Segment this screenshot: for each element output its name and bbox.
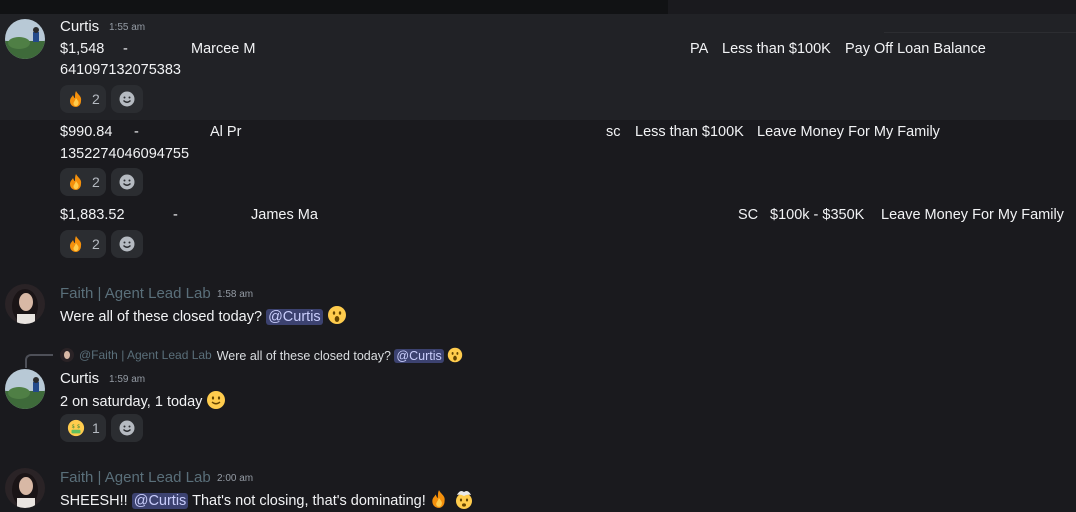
reply-author[interactable]: @Faith | Agent Lead Lab: [79, 348, 212, 362]
author-name[interactable]: Curtis: [60, 369, 99, 389]
fire-emoji: [66, 172, 86, 192]
exploding-head-emoji: [454, 489, 474, 509]
avatar-faith[interactable]: [5, 284, 45, 324]
reply-preview[interactable]: @Faith | Agent Lead Lab Were all of thes…: [60, 345, 463, 365]
add-reaction-button[interactable]: [111, 85, 143, 113]
slightly-smiling-emoji: [206, 390, 226, 410]
fire-emoji: [430, 489, 450, 509]
lead-amount: $990.84: [60, 124, 113, 140]
fire-emoji: [66, 89, 86, 109]
reply-body: Were all of these closed today?: [216, 349, 391, 363]
lead-name: James Ma: [251, 207, 318, 223]
timestamp[interactable]: 1:58 am: [217, 285, 253, 305]
lead-state: sc: [606, 124, 621, 140]
reaction-count: 2: [92, 174, 100, 190]
lead-goal: Leave Money For My Family: [881, 207, 1064, 223]
avatar-faith[interactable]: [5, 468, 45, 508]
avatar-curtis[interactable]: [5, 369, 45, 409]
money-mouth-emoji: $ $: [66, 418, 86, 438]
reaction-count: 2: [92, 91, 100, 107]
lead-id: 641097132075383: [60, 62, 181, 78]
svg-text:$: $: [72, 424, 75, 430]
lead-dash: -: [134, 124, 139, 140]
lead-amount: $1,883.52: [60, 207, 125, 223]
message-text-rest: That's not closing, that's dominating!: [192, 493, 426, 509]
reaction-count: 1: [92, 420, 100, 436]
lead-goal: Pay Off Loan Balance: [845, 41, 986, 57]
message-text: Were all of these closed today?: [60, 309, 263, 325]
add-reaction-button[interactable]: [111, 230, 143, 258]
author-name[interactable]: Faith | Agent Lead Lab: [60, 468, 211, 488]
user-mention[interactable]: @Curtis: [394, 349, 444, 363]
reaction-money-mouth[interactable]: $ $ 1: [60, 414, 106, 442]
author-name[interactable]: Faith | Agent Lead Lab: [60, 284, 211, 304]
lead-dash: -: [173, 207, 178, 223]
message-content: 2 on saturday, 1 today: [60, 390, 226, 412]
add-reaction-icon: [119, 174, 135, 190]
add-reaction-icon: [119, 236, 135, 252]
lead-amount: $1,548: [60, 41, 105, 57]
lead-name: Marcee M: [191, 41, 256, 57]
reply-avatar: [60, 348, 74, 362]
user-mention[interactable]: @Curtis: [266, 309, 323, 325]
top-shade: [0, 0, 668, 14]
add-reaction-button[interactable]: [111, 414, 143, 442]
reaction-fire[interactable]: 2: [60, 85, 106, 113]
chat-viewport: Curtis 1:55 am $1,548 - Marcee M PA Less…: [0, 0, 1076, 512]
lead-range: $100k - $350K: [770, 207, 865, 223]
fire-emoji: [66, 234, 86, 254]
lead-id: 1352274046094755: [60, 146, 190, 162]
timestamp[interactable]: 2:00 am: [217, 469, 253, 489]
svg-text:$: $: [77, 424, 80, 430]
message-text: SHEESH!!: [60, 493, 128, 509]
divider: [884, 32, 1076, 33]
lead-goal: Leave Money For My Family: [757, 124, 940, 140]
message-content: SHEESH!! @Curtis That's not closing, tha…: [60, 489, 474, 511]
message-content: Were all of these closed today? @Curtis: [60, 305, 347, 327]
avatar-curtis[interactable]: [5, 19, 45, 59]
add-reaction-icon: [119, 420, 135, 436]
add-reaction-button[interactable]: [111, 168, 143, 196]
timestamp[interactable]: 1:55 am: [109, 18, 145, 38]
lead-name: Al Pr: [210, 124, 242, 140]
user-mention[interactable]: @Curtis: [131, 493, 189, 509]
reply-connector: [25, 354, 53, 368]
author-name[interactable]: Curtis: [60, 17, 99, 37]
lead-range: Less than $100K: [722, 41, 831, 57]
lead-range: Less than $100K: [635, 124, 744, 140]
reply-text: Were all of these closed today? @Curtis: [217, 347, 464, 363]
reaction-count: 2: [92, 236, 100, 252]
astonished-emoji: [327, 305, 347, 325]
lead-dash: -: [123, 41, 128, 57]
lead-state: PA: [690, 41, 709, 57]
timestamp[interactable]: 1:59 am: [109, 370, 145, 390]
reaction-fire[interactable]: 2: [60, 230, 106, 258]
message-text: 2 on saturday, 1 today: [60, 394, 203, 410]
lead-state: SC: [738, 207, 759, 223]
reaction-fire[interactable]: 2: [60, 168, 106, 196]
add-reaction-icon: [119, 91, 135, 107]
astonished-emoji: [447, 347, 463, 363]
